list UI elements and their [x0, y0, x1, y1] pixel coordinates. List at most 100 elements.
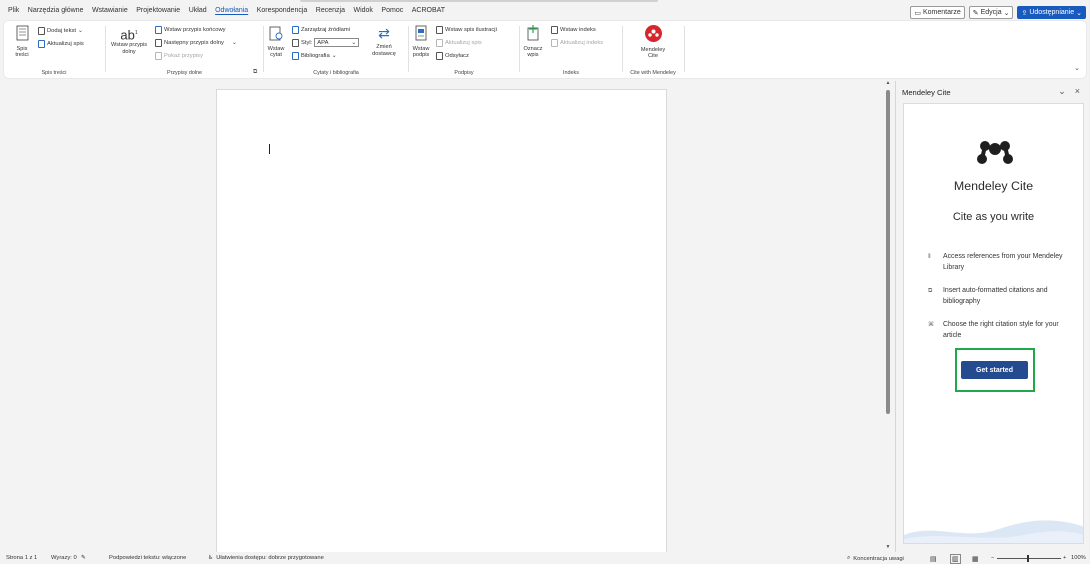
- mark-entry-button[interactable]: Oznacz wpis: [521, 25, 545, 59]
- style-icon: ⌘: [928, 322, 934, 328]
- update-index-button[interactable]: Aktualizuj indeks: [551, 38, 603, 47]
- tab-design[interactable]: Projektowanie: [136, 7, 185, 14]
- page-count[interactable]: Strona 1 z 1: [6, 555, 37, 561]
- scroll-down-icon[interactable]: ▼: [885, 544, 891, 550]
- proofing-icon[interactable]: ✎: [81, 555, 86, 561]
- mendeley-logo-icon: [644, 25, 662, 42]
- zoom-in-icon[interactable]: +: [1063, 555, 1066, 561]
- tab-layout[interactable]: Układ: [189, 7, 212, 14]
- update-table-button[interactable]: Aktualizuj spis: [436, 38, 482, 47]
- tab-acrobat[interactable]: ACROBAT: [412, 7, 451, 14]
- print-layout-icon[interactable]: ▥: [950, 554, 961, 564]
- share-icon: ⇪: [1021, 9, 1028, 17]
- chevron-down-icon: ⌄: [331, 52, 337, 59]
- copy-icon: ⧉: [928, 288, 933, 294]
- group-mendeley: Mendeley Cite Cite with Mendeley: [623, 21, 683, 78]
- footnote-icon: ab1: [120, 27, 138, 43]
- tab-mailings[interactable]: Korespondencja: [257, 7, 313, 14]
- mendeley-pane: Mendeley Cite ⌄ × Mendeley Cite Cite as …: [895, 81, 1090, 552]
- cross-reference-icon: [436, 51, 443, 60]
- zoom-out-icon[interactable]: −: [991, 555, 994, 561]
- insert-caption-button[interactable]: Wstaw podpis: [410, 25, 432, 59]
- insert-table-of-figures-button[interactable]: Wstaw spis ilustracji: [436, 25, 497, 34]
- tab-file[interactable]: Plik: [8, 7, 25, 14]
- group-separator: [519, 26, 520, 72]
- style-dropdown[interactable]: APA ⌄: [314, 38, 360, 47]
- group-citations: Wstaw cytat Zarządzaj źródłami Styl: APA…: [265, 21, 407, 78]
- dialog-launcher-icon[interactable]: ⧉: [253, 69, 257, 76]
- add-text-button[interactable]: Dodaj tekst ⌄: [38, 26, 83, 35]
- scroll-up-icon[interactable]: ▲: [885, 80, 891, 86]
- insert-index-button[interactable]: Wstaw indeks: [551, 25, 596, 34]
- mendeley-cite-button[interactable]: Mendeley Cite: [629, 25, 677, 60]
- pane-brand: Mendeley Cite: [953, 179, 1034, 193]
- zoom-slider[interactable]: [997, 558, 1061, 559]
- accessibility-icon: ♿: [208, 555, 214, 561]
- insert-endnote-button[interactable]: Wstaw przypis końcowy: [155, 25, 226, 34]
- show-notes-button[interactable]: Pokaż przypisy: [155, 51, 203, 60]
- cross-reference-button[interactable]: Odsyłacz: [436, 51, 469, 60]
- group-footnotes: ab1 Wstaw przypis dolny Wstaw przypis ko…: [109, 25, 258, 76]
- scrollbar-thumb[interactable]: [886, 90, 890, 414]
- tab-view[interactable]: Widok: [353, 7, 378, 14]
- toc-button[interactable]: Spis treści: [8, 25, 36, 59]
- share-button[interactable]: ⇪ Udostępnianie ⌄: [1017, 6, 1086, 19]
- manage-sources-button[interactable]: Zarządzaj źródłami: [292, 25, 350, 34]
- update-index-icon: [551, 38, 558, 47]
- chevron-down-icon: ⌄: [1003, 9, 1010, 17]
- word-count[interactable]: Wyrazy: 0: [51, 555, 77, 561]
- tab-help[interactable]: Pomoc: [381, 7, 408, 14]
- insert-citation-button[interactable]: Wstaw cytat: [265, 26, 287, 59]
- ribbon-tabs: Plik Narzędzia główne Wstawianie Projekt…: [8, 7, 454, 14]
- change-provider-button[interactable]: ⇄ Zmień dostawcę: [366, 25, 402, 57]
- bibliography-button[interactable]: Bibliografia ⌄: [292, 51, 337, 60]
- add-text-icon: [38, 26, 45, 35]
- group-separator: [408, 26, 409, 72]
- decorative-wave: [904, 520, 1083, 543]
- tab-references[interactable]: Odwołania: [215, 7, 254, 14]
- bibliography-icon: [292, 51, 299, 60]
- pane-content: Mendeley Cite Cite as you write ⫴ Access…: [903, 103, 1084, 544]
- focus-icon: ⌕: [847, 555, 851, 561]
- focus-mode-button[interactable]: ⌕ Koncentracja uwagi: [847, 555, 904, 562]
- text-cursor: [269, 144, 270, 154]
- chevron-down-icon[interactable]: ⌄: [1058, 86, 1066, 97]
- tab-home[interactable]: Narzędzia główne: [28, 7, 89, 14]
- pane-tagline: Cite as you write: [952, 211, 1035, 223]
- status-bar: Strona 1 z 1 Wyrazy: 0 ✎ Podpowiedzi tek…: [0, 552, 1090, 564]
- pencil-icon: ✎: [972, 9, 979, 17]
- endnote-icon: [155, 25, 162, 34]
- swap-arrows-icon: ⇄: [378, 25, 390, 41]
- read-mode-icon[interactable]: ▤: [930, 555, 937, 563]
- manage-sources-icon: [292, 25, 299, 34]
- feature-item: ⧉ Insert auto-formatted citations and bi…: [928, 287, 1048, 305]
- document-page[interactable]: [216, 89, 667, 559]
- group-index: Oznacz wpis Wstaw indeks Aktualizuj inde…: [521, 21, 621, 78]
- comments-button[interactable]: ▭ Komentarze: [910, 6, 965, 19]
- collapse-ribbon-icon[interactable]: ⌄: [1074, 64, 1080, 72]
- title-bar-strip: [300, 0, 658, 2]
- mark-entry-icon: [527, 25, 538, 41]
- comment-icon: ▭: [914, 9, 921, 17]
- pane-title: Mendeley Cite: [902, 88, 951, 97]
- get-started-button[interactable]: Get started: [961, 361, 1028, 379]
- text-predictions[interactable]: Podpowiedzi tekstu: włączone: [109, 555, 186, 561]
- citation-style-select[interactable]: Styl: APA ⌄: [292, 38, 360, 47]
- tab-review[interactable]: Recenzja: [316, 7, 351, 14]
- zoom-slider-thumb[interactable]: [1027, 555, 1029, 562]
- group-separator: [684, 26, 685, 72]
- group-table-of-contents: Spis treści Dodaj tekst ⌄ Aktualizuj spi…: [4, 21, 104, 78]
- web-layout-icon[interactable]: ▦: [972, 555, 979, 563]
- vertical-scrollbar[interactable]: ▲ ▼: [885, 80, 891, 550]
- editing-mode-button[interactable]: ✎ Edycja ⌄: [968, 6, 1014, 19]
- update-toc-button[interactable]: Aktualizuj spis: [38, 39, 84, 48]
- mendeley-logo-icon: [977, 141, 1013, 164]
- close-icon[interactable]: ×: [1075, 86, 1080, 97]
- insert-footnote-button[interactable]: ab1 Wstaw przypis dolny: [109, 25, 149, 55]
- tab-insert[interactable]: Wstawianie: [92, 7, 133, 14]
- chevron-down-icon: ⌄: [351, 39, 357, 46]
- accessibility-status[interactable]: ♿ Ułatwienia dostępu: dobrze przygotowan…: [208, 555, 324, 561]
- zoom-level[interactable]: 100%: [1071, 555, 1086, 561]
- next-footnote-button[interactable]: Następny przypis dolny ⌄: [155, 38, 237, 47]
- group-captions: Wstaw podpis Wstaw spis ilustracji Aktua…: [410, 21, 518, 78]
